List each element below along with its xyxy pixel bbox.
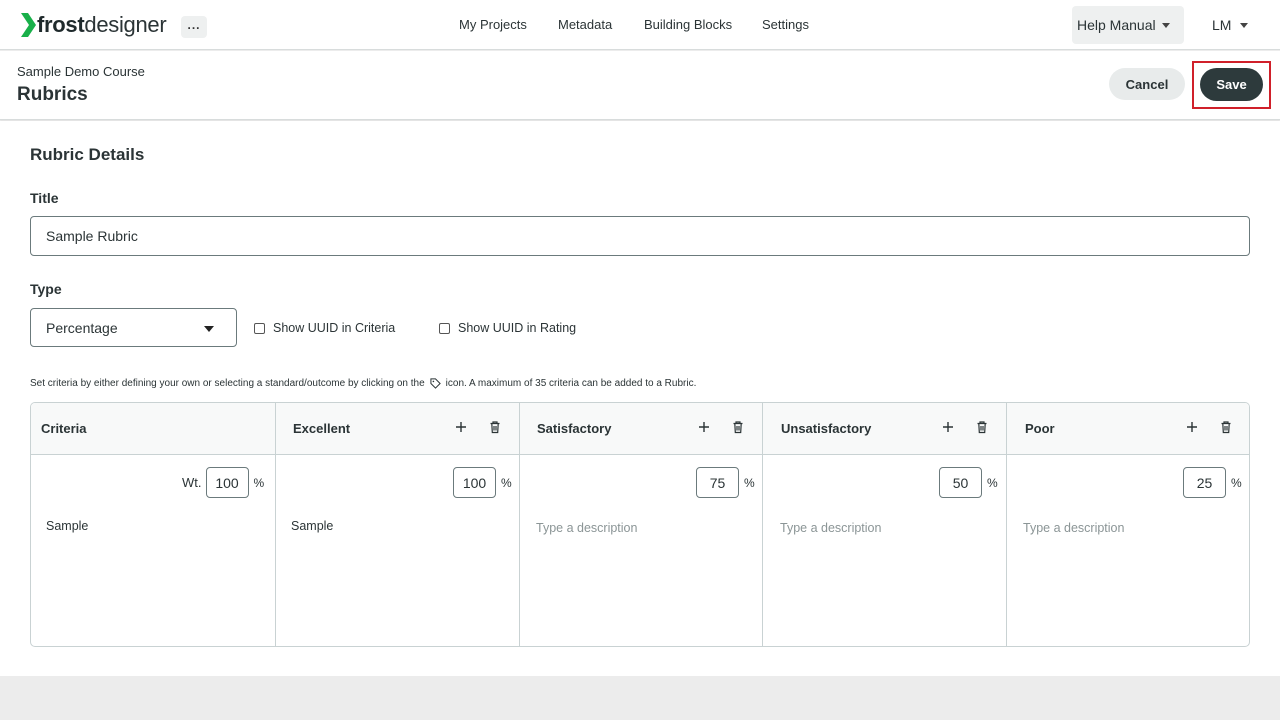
rubric-details-panel: Rubric Details Title Type Percentage Sho…: [0, 121, 1280, 676]
criteria-description[interactable]: Sample: [46, 519, 88, 533]
hint-text-before: Set criteria by either defining your own…: [30, 378, 425, 389]
show-uuid-criteria-checkbox[interactable]: Show UUID in Criteria: [254, 321, 395, 335]
add-level-icon[interactable]: [697, 420, 711, 434]
level-name[interactable]: Unsatisfactory: [781, 421, 871, 436]
trash-icon[interactable]: [731, 420, 745, 434]
type-label: Type: [30, 281, 62, 297]
show-uuid-criteria-label: Show UUID in Criteria: [273, 321, 396, 335]
show-uuid-rating-checkbox[interactable]: Show UUID in Rating: [439, 321, 576, 335]
caret-down-icon: [204, 326, 214, 332]
help-manual-label: Help Manual: [1077, 17, 1156, 33]
percent-label: %: [987, 475, 998, 490]
level-name[interactable]: Excellent: [293, 421, 350, 436]
nav-my-projects[interactable]: My Projects: [459, 17, 527, 32]
level-score: 100 %: [453, 467, 512, 498]
add-level-icon[interactable]: [1185, 420, 1199, 434]
level-description-placeholder[interactable]: Type a description: [780, 521, 881, 535]
level-score: 75 %: [696, 467, 755, 498]
level-column-satisfactory: Satisfactory 75 % Type a description: [519, 403, 762, 646]
score-input[interactable]: 25: [1183, 467, 1226, 498]
score-input[interactable]: 100: [453, 467, 496, 498]
level-column-poor: Poor 25 % Type a description: [1006, 403, 1249, 646]
level-description[interactable]: Sample: [291, 519, 333, 533]
percent-label: %: [744, 475, 755, 490]
score-input[interactable]: 50: [939, 467, 982, 498]
level-column-unsatisfactory: Unsatisfactory 50 % Type a description: [762, 403, 1006, 646]
top-navbar: frostdesigner ... My Projects Metadata B…: [0, 0, 1280, 50]
title-label: Title: [30, 190, 59, 206]
nav-building-blocks[interactable]: Building Blocks: [644, 17, 732, 32]
caret-down-icon: [1240, 22, 1249, 28]
criteria-column: Criteria Wt. 100 % Sample: [31, 403, 275, 646]
user-initials: LM: [1212, 17, 1232, 33]
tag-icon: [430, 378, 441, 389]
level-score: 25 %: [1183, 467, 1242, 498]
checkbox-box[interactable]: [254, 322, 265, 334]
hint-text-after: icon. A maximum of 35 criteria can be ad…: [445, 378, 697, 389]
caret-down-icon: [1161, 22, 1170, 28]
level-description-placeholder[interactable]: Type a description: [1023, 521, 1124, 535]
level-column-excellent: Excellent 100 % Sample: [275, 403, 519, 646]
add-level-icon[interactable]: [454, 420, 468, 434]
rubric-table: Criteria Wt. 100 % Sample Excellent 100 …: [30, 402, 1250, 647]
level-name[interactable]: Poor: [1025, 421, 1055, 436]
level-score: 50 %: [939, 467, 998, 498]
percent-label: %: [1231, 475, 1242, 490]
trash-icon[interactable]: [975, 420, 989, 434]
page-title: Rubrics: [17, 84, 88, 105]
criteria-header: Criteria: [41, 421, 87, 436]
percent-label: %: [501, 475, 512, 490]
help-manual-dropdown[interactable]: Help Manual: [1072, 6, 1184, 44]
page-header: Sample Demo Course Rubrics Cancel Save: [0, 51, 1280, 120]
level-description-placeholder[interactable]: Type a description: [536, 521, 637, 535]
title-input[interactable]: [30, 216, 1250, 256]
add-level-icon[interactable]: [941, 420, 955, 434]
section-title: Rubric Details: [30, 145, 145, 164]
cancel-button[interactable]: Cancel: [1109, 68, 1185, 100]
user-menu-dropdown[interactable]: LM: [1212, 17, 1249, 33]
page-footer-area: [0, 676, 1280, 720]
level-name[interactable]: Satisfactory: [537, 421, 611, 436]
trash-icon[interactable]: [488, 420, 502, 434]
trash-icon[interactable]: [1219, 420, 1233, 434]
nav-settings[interactable]: Settings: [762, 17, 809, 32]
criteria-weight: Wt. 100 %: [182, 467, 264, 498]
checkbox-box[interactable]: [439, 322, 450, 334]
nav-metadata[interactable]: Metadata: [558, 17, 612, 32]
score-input[interactable]: 75: [696, 467, 739, 498]
criteria-hint-text: Set criteria by either defining your own…: [30, 378, 696, 389]
weight-label: Wt.: [182, 475, 202, 490]
percent-label: %: [253, 475, 265, 490]
save-button[interactable]: Save: [1200, 68, 1263, 101]
type-select[interactable]: Percentage: [30, 308, 237, 347]
show-uuid-rating-label: Show UUID in Rating: [458, 321, 577, 335]
breadcrumb-course[interactable]: Sample Demo Course: [17, 64, 145, 79]
weight-input[interactable]: 100: [205, 467, 249, 498]
type-select-value: Percentage: [46, 319, 118, 336]
